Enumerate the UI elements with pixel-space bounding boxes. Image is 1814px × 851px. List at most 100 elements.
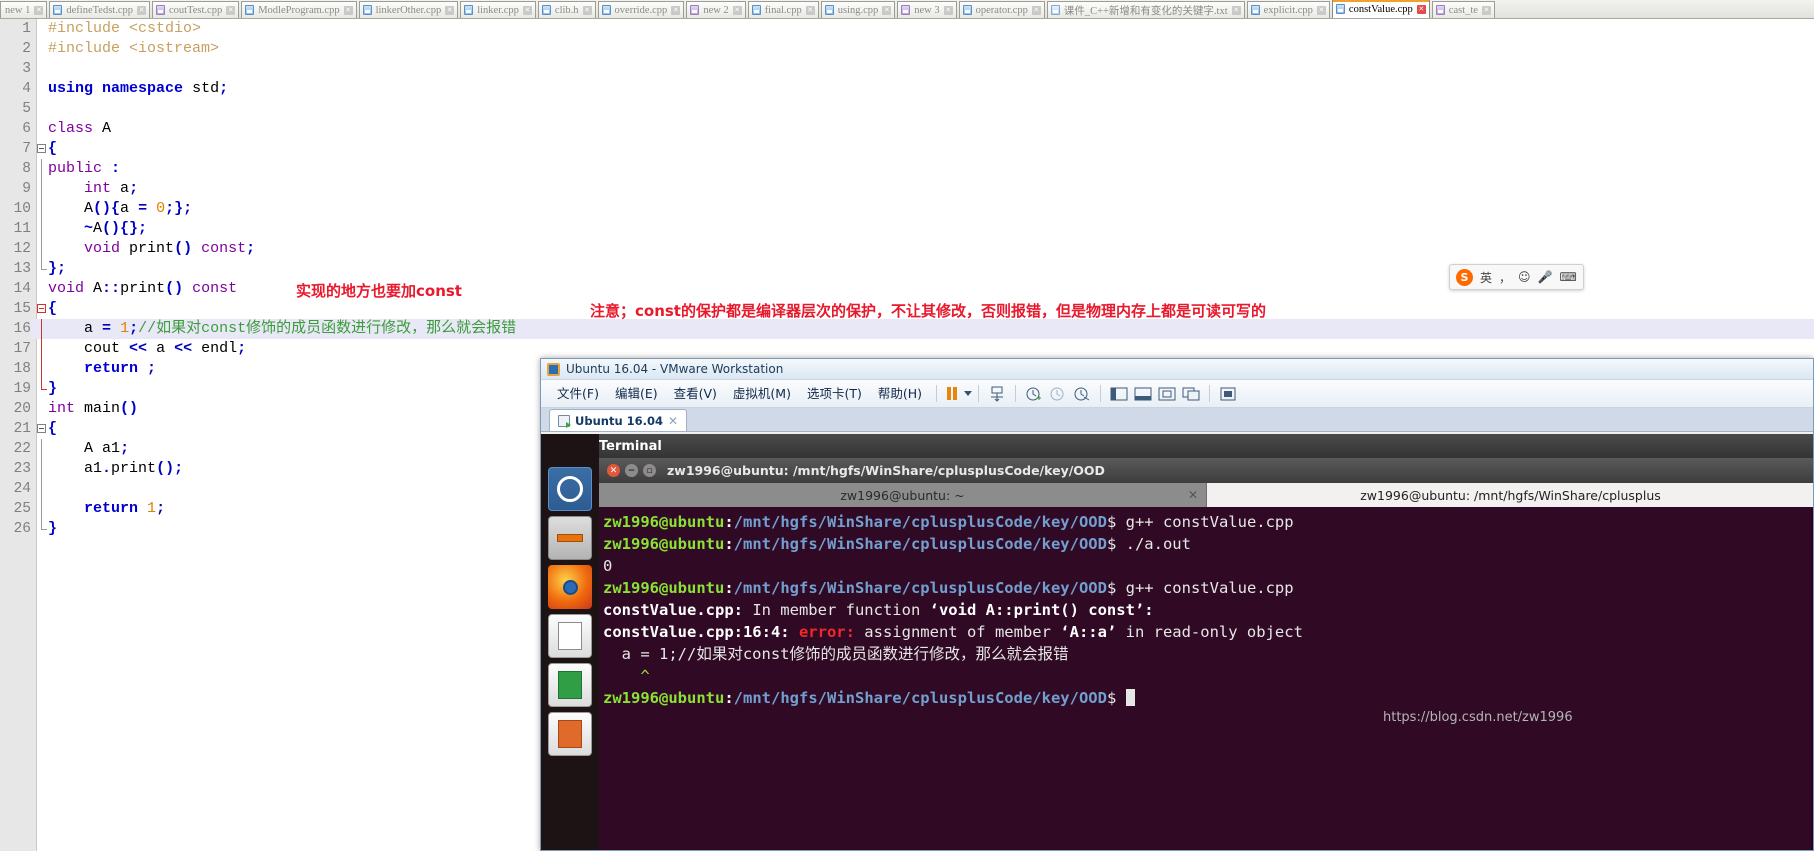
sogou-ime-toolbar[interactable]: S 英 ， ☺ 🎤 ⌨ — [1449, 264, 1584, 290]
editor-tab-14[interactable]: explicit.cpp ✕ — [1246, 1, 1330, 18]
editor-tab-3[interactable]: ModleProgram.cpp ✕ — [241, 1, 357, 18]
editor-tab-10[interactable]: using.cpp ✕ — [820, 1, 896, 18]
code-line[interactable]: 9 int a; — [0, 179, 1814, 199]
revert-snapshot-icon[interactable] — [1046, 383, 1070, 405]
ime-mode-label[interactable]: 英 — [1480, 269, 1492, 286]
vmware-vm-tab-strip[interactable]: Ubuntu 16.04 ✕ — [541, 408, 1813, 432]
calc-icon[interactable] — [548, 663, 592, 707]
editor-tab-7[interactable]: override.cpp ✕ — [597, 1, 685, 18]
writer-icon[interactable] — [548, 614, 592, 658]
code-line[interactable]: 3 — [0, 59, 1814, 79]
code-line[interactable]: 2 #include <iostream> — [0, 39, 1814, 59]
code-line[interactable]: 8 public : — [0, 159, 1814, 179]
editor-tab-label: using.cpp — [837, 4, 879, 16]
editor-tab-active[interactable]: constValue.cpp ✕ — [1331, 0, 1430, 18]
manage-snapshot-icon[interactable] — [1070, 383, 1094, 405]
terminal-tab-0[interactable]: zw1996@ubuntu: ~ ✕ — [599, 483, 1207, 507]
close-icon[interactable]: ✕ — [1481, 5, 1491, 15]
close-icon[interactable]: ✕ — [805, 5, 815, 15]
unity-mode-icon[interactable] — [1179, 383, 1203, 405]
editor-tab-13[interactable]: 课件_C++新增和有变化的关键字.txt ✕ — [1046, 1, 1245, 18]
close-icon[interactable]: ✕ — [1316, 5, 1326, 15]
gnome-terminal-window[interactable]: ✕ − ▫ zw1996@ubuntu: /mnt/hgfs/WinShare/… — [599, 458, 1813, 850]
menu-file[interactable]: 文件(F) — [549, 380, 607, 408]
show-bottom-pane-icon[interactable] — [1131, 383, 1155, 405]
minimize-icon[interactable]: − — [625, 464, 638, 477]
editor-tab-16[interactable]: cast_te ✕ — [1431, 1, 1495, 18]
code-line[interactable]: 11 ~A(){}; — [0, 219, 1814, 239]
close-icon[interactable]: ✕ — [34, 5, 44, 15]
unity-launcher[interactable] — [541, 434, 599, 850]
editor-tab-6[interactable]: clib.h ✕ — [537, 1, 596, 18]
vmware-workstation-window[interactable]: Ubuntu 16.04 - VMware Workstation 文件(F) … — [540, 358, 1814, 851]
code-line[interactable]: 12 void print() const; — [0, 239, 1814, 259]
editor-tab-9[interactable]: final.cpp ✕ — [747, 1, 819, 18]
editor-tab-8[interactable]: new 2 ✕ — [686, 1, 746, 18]
close-icon[interactable]: ✕ — [1031, 5, 1041, 15]
editor-tab-5[interactable]: linker.cpp ✕ — [460, 1, 536, 18]
chevron-down-icon[interactable] — [964, 391, 973, 396]
files-icon[interactable] — [548, 516, 592, 560]
vm-tab-ubuntu[interactable]: Ubuntu 16.04 ✕ — [549, 409, 688, 431]
close-icon[interactable]: ✕ — [1231, 5, 1241, 15]
code-line[interactable]: 4 using namespace std; — [0, 79, 1814, 99]
menu-view[interactable]: 查看(V) — [666, 380, 725, 408]
close-icon[interactable]: ✕ — [1188, 488, 1198, 502]
editor-tab-0[interactable]: new 1 ✕ — [0, 1, 48, 18]
code-line[interactable]: 6 class A — [0, 119, 1814, 139]
ubuntu-dash-icon[interactable] — [548, 467, 592, 511]
snapshot-manager-icon[interactable] — [985, 383, 1009, 405]
close-icon[interactable]: ✕ — [882, 5, 892, 15]
take-snapshot-icon[interactable] — [1022, 383, 1046, 405]
preferences-icon[interactable] — [1216, 383, 1240, 405]
impress-icon[interactable] — [548, 712, 592, 756]
fold-toggle-icon[interactable] — [37, 424, 46, 433]
menu-edit[interactable]: 编辑(E) — [607, 380, 666, 408]
ime-punctuation-icon[interactable]: ， — [1499, 269, 1511, 286]
close-icon[interactable]: ✕ — [671, 5, 681, 15]
suspend-button[interactable] — [943, 387, 961, 400]
code-line[interactable]: 7{ — [0, 139, 1814, 159]
close-icon[interactable]: ✕ — [582, 5, 592, 15]
guest-screen[interactable]: Terminal ✕ − ▫ zw1996@ubuntu: /mnt/hgfs/… — [541, 434, 1813, 850]
close-icon[interactable]: ✕ — [343, 5, 353, 15]
code-line[interactable]: 17 cout << a << endl; — [0, 339, 1814, 359]
close-icon[interactable]: ✕ — [732, 5, 742, 15]
close-icon[interactable]: ✕ — [1416, 4, 1426, 14]
close-icon[interactable]: ✕ — [668, 414, 678, 428]
terminal-tab-strip[interactable]: zw1996@ubuntu: ~ ✕ zw1996@ubuntu: /mnt/hgf… — [599, 483, 1813, 507]
close-icon[interactable]: ✕ — [943, 5, 953, 15]
close-icon[interactable]: ✕ — [607, 464, 620, 477]
code-line[interactable]: 16 a = 1;//如果对const修饰的成员函数进行修改，那么就会报错 — [0, 319, 1814, 339]
terminal-output[interactable]: zw1996@ubuntu:/mnt/hgfs/WinShare/cpluspl… — [599, 507, 1813, 850]
fold-toggle-icon[interactable] — [37, 144, 46, 153]
menu-vm[interactable]: 虚拟机(M) — [725, 380, 799, 408]
code-line[interactable]: 1 #include <cstdio> — [0, 19, 1814, 39]
close-icon[interactable]: ✕ — [137, 5, 146, 15]
close-icon[interactable]: ✕ — [226, 5, 236, 15]
firefox-icon[interactable] — [548, 565, 592, 609]
vmware-menu-bar[interactable]: 文件(F) 编辑(E) 查看(V) 虚拟机(M) 选项卡(T) 帮助(H) — [541, 380, 1813, 408]
editor-tab-11[interactable]: new 3 ✕ — [897, 1, 957, 18]
close-icon[interactable]: ✕ — [445, 5, 455, 15]
fold-toggle-icon[interactable] — [37, 304, 46, 313]
maximize-icon[interactable]: ▫ — [643, 464, 656, 477]
code-line[interactable]: 5 — [0, 99, 1814, 119]
editor-tab-bar[interactable]: new 1 ✕ defineTedst.cpp ✕ coutTest.cpp ✕ Modle… — [0, 0, 1814, 19]
full-screen-icon[interactable] — [1155, 383, 1179, 405]
fold-end-marker — [41, 259, 47, 270]
code-line[interactable]: 10 A(){a = 0;}; — [0, 199, 1814, 219]
show-left-pane-icon[interactable] — [1107, 383, 1131, 405]
ime-voice-icon[interactable]: 🎤 — [1538, 270, 1553, 284]
editor-tab-12[interactable]: operator.cpp ✕ — [958, 1, 1045, 18]
terminal-tab-1[interactable]: zw1996@ubuntu: /mnt/hgfs/WinShare/cplusp… — [1207, 483, 1813, 507]
ime-keyboard-icon[interactable]: ⌨ — [1560, 270, 1577, 284]
terminal-prompt-line: zw1996@ubuntu:/mnt/hgfs/WinShare/cpluspl… — [603, 579, 1294, 597]
editor-tab-1[interactable]: defineTedst.cpp ✕ — [49, 1, 150, 18]
editor-tab-4[interactable]: linkerOther.cpp ✕ — [358, 1, 459, 18]
editor-tab-2[interactable]: coutTest.cpp ✕ — [152, 1, 240, 18]
menu-tabs[interactable]: 选项卡(T) — [799, 380, 870, 408]
menu-help[interactable]: 帮助(H) — [870, 380, 930, 408]
close-icon[interactable]: ✕ — [522, 5, 532, 15]
ime-emoji-icon[interactable]: ☺ — [1518, 270, 1531, 284]
